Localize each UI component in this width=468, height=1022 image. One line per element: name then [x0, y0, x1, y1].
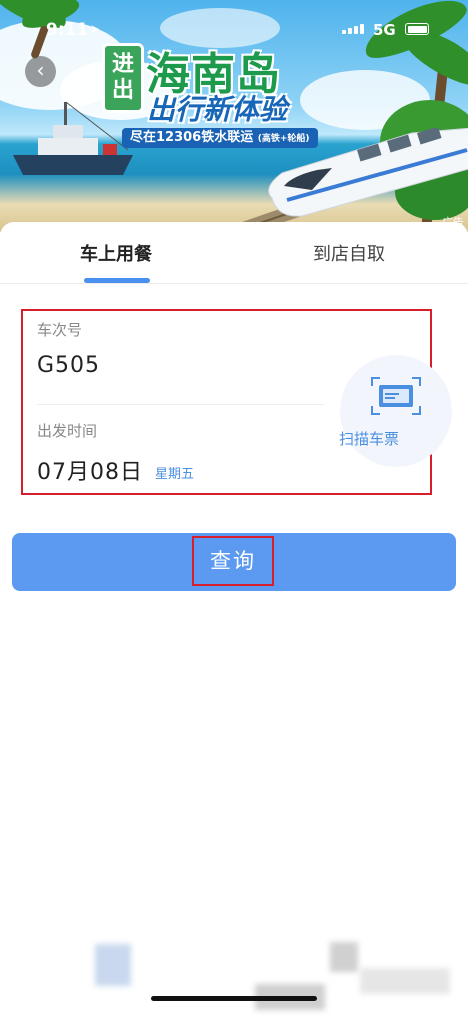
slogan-note: (高铁+轮船) [257, 134, 310, 144]
departure-date-picker[interactable]: 07月08日 [37, 454, 143, 486]
scan-ticket-label[interactable]: 扫描车票 [339, 428, 399, 449]
query-button-label[interactable]: 查询 [192, 536, 274, 586]
network-type: 5G [373, 21, 396, 39]
departure-time-label: 出发时间 [37, 422, 98, 440]
departure-weekday: 星期五 [155, 467, 195, 482]
logo-line-1: 进 [111, 52, 134, 77]
logo-line-2: 出 [111, 78, 134, 103]
tab-store-pickup[interactable]: 到店自取 [313, 240, 385, 266]
home-indicator [151, 996, 317, 1001]
blurred-content [330, 942, 358, 972]
banner-slogan: 尽在12306铁水联运 (高铁+轮船) [122, 128, 318, 148]
battery-icon [405, 23, 429, 35]
blurred-content [360, 968, 450, 994]
back-button[interactable]: ‹ [25, 56, 56, 87]
tab-active-indicator [84, 278, 150, 283]
status-time: 9:11 [46, 20, 89, 40]
tab-bar: 车上用餐 到店自取 [0, 222, 468, 284]
banner-logo: 进 出 [102, 43, 144, 113]
signal-icon [342, 24, 364, 34]
banner-subtitle: 出行新体验 [147, 93, 288, 126]
promo-banner[interactable]: 9:11 ➤ 5G ‹ 进 出 海南岛 出行新体验 尽在12306铁水联运 (高… [0, 0, 468, 232]
scan-ticket-icon [371, 377, 421, 415]
chevron-left-icon: ‹ [36, 58, 45, 82]
slogan-text: 尽在12306铁水联运 [130, 130, 254, 145]
train-no-label: 车次号 [37, 321, 83, 339]
blurred-content [95, 944, 131, 986]
divider [37, 404, 324, 405]
train-no-input[interactable]: G505 [37, 353, 100, 378]
tab-onboard-meal[interactable]: 车上用餐 [80, 240, 152, 266]
location-arrow-icon: ➤ [90, 22, 101, 36]
